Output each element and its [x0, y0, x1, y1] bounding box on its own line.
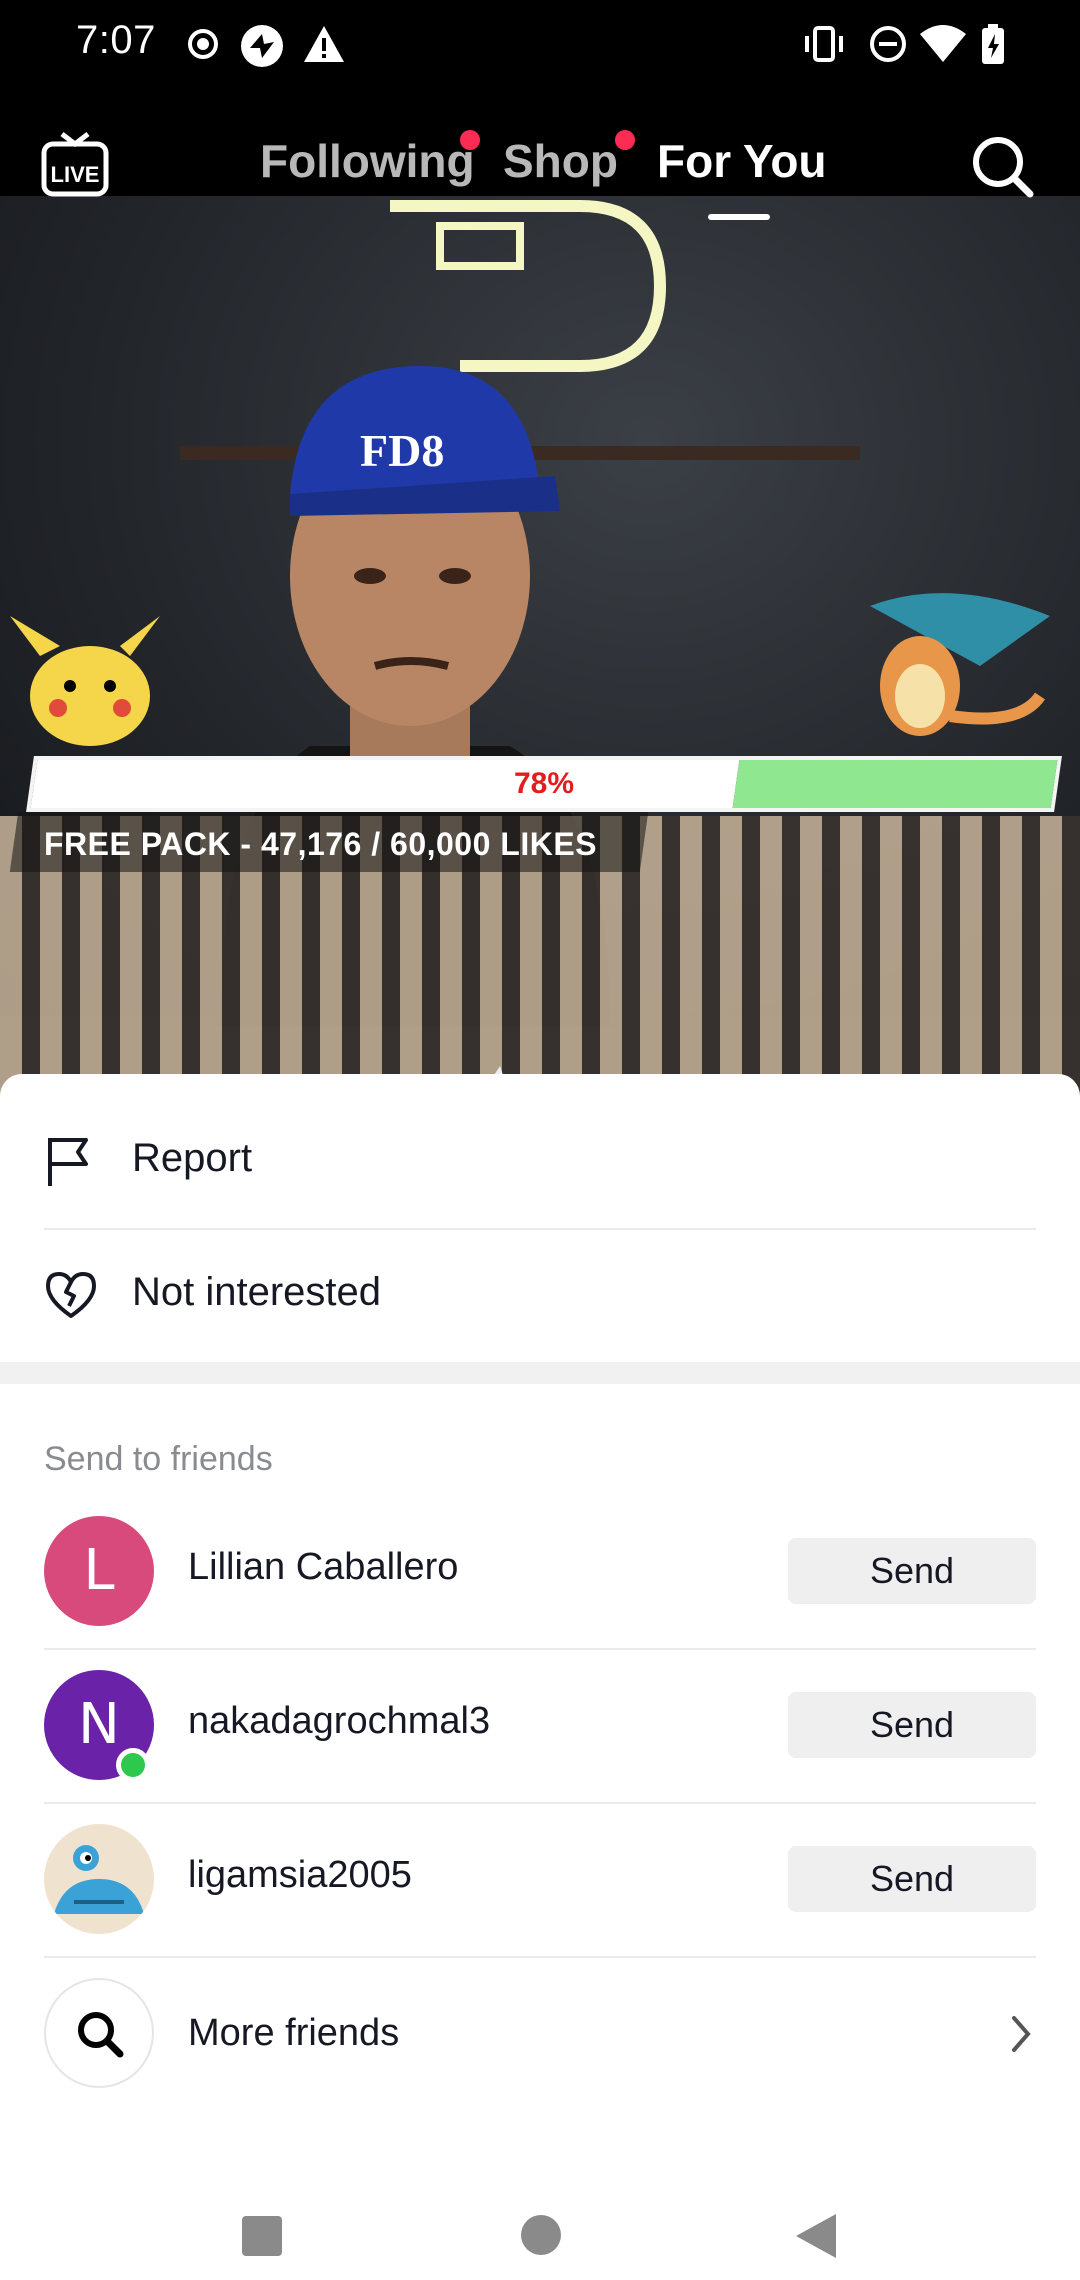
status-bar: 7:07	[0, 0, 1080, 90]
shop-notification-dot	[615, 130, 635, 150]
tab-following[interactable]: Following	[260, 134, 475, 188]
system-nav-bar	[0, 2170, 1080, 2280]
do-not-disturb-icon	[870, 26, 906, 62]
record-icon	[188, 29, 218, 59]
tab-for-you[interactable]: For You	[657, 134, 827, 188]
active-tab-indicator	[708, 214, 770, 220]
tab-shop[interactable]: Shop	[503, 134, 618, 188]
warning-icon	[304, 26, 344, 62]
status-time: 7:07	[76, 18, 156, 62]
charizard-figure	[870, 593, 1050, 736]
battery-icon	[982, 24, 1004, 64]
recents-icon[interactable]	[240, 2214, 284, 2258]
not-interested-option[interactable]: Not interested	[0, 1228, 1080, 1362]
section-separator	[0, 1362, 1080, 1384]
top-nav: LIVE Following Shop For You	[0, 110, 1080, 220]
svg-text:LIVE: LIVE	[51, 162, 100, 187]
avatar[interactable]: L	[44, 1516, 154, 1626]
friend-name: nakadagrochmal3	[188, 1700, 491, 1742]
free-pack-text: FREE PACK - 47,176 / 60,000 LIKES	[44, 826, 598, 862]
send-button[interactable]: Send	[788, 1538, 1036, 1604]
friend-name: Lillian Caballero	[188, 1546, 459, 1588]
avatar[interactable]	[44, 1824, 154, 1934]
friend-row: N nakadagrochmal3 Send	[0, 1648, 1080, 1802]
more-friends-row[interactable]: More friends	[0, 1960, 1080, 2110]
vibrate-icon	[805, 26, 843, 62]
broken-heart-icon	[46, 1272, 96, 1318]
following-notification-dot	[460, 130, 480, 150]
send-button[interactable]: Send	[788, 1692, 1036, 1758]
search-icon[interactable]	[970, 134, 1036, 200]
send-button[interactable]: Send	[788, 1846, 1036, 1912]
divider	[44, 1956, 1036, 1958]
send-to-friends-title: Send to friends	[44, 1440, 273, 1478]
wifi-icon	[920, 25, 966, 62]
alien-avatar-icon	[54, 1845, 144, 1914]
not-interested-label: Not interested	[132, 1270, 382, 1314]
live-icon[interactable]: LIVE	[40, 130, 110, 200]
progress-label: 78%	[513, 767, 575, 800]
flag-icon	[48, 1138, 88, 1186]
more-friends-avatar	[44, 1978, 154, 2088]
pikachu-figure	[10, 616, 160, 746]
report-label: Report	[132, 1136, 253, 1180]
more-friends-label: More friends	[188, 2012, 400, 2054]
svg-text:FD8: FD8	[360, 425, 444, 476]
friend-name: ligamsia2005	[188, 1854, 412, 1896]
sync-app-icon	[241, 25, 283, 67]
friend-row: ligamsia2005 Send	[0, 1802, 1080, 1956]
home-icon[interactable]	[520, 2214, 562, 2256]
likes-progress-bar: 78%	[26, 756, 1062, 812]
friend-row: L Lillian Caballero Send	[0, 1494, 1080, 1648]
online-status-dot	[116, 1748, 150, 1782]
chevron-right-icon	[1012, 2016, 1031, 2052]
report-option[interactable]: Report	[0, 1094, 1080, 1228]
back-icon[interactable]	[794, 2212, 838, 2260]
search-icon	[78, 2012, 124, 2058]
